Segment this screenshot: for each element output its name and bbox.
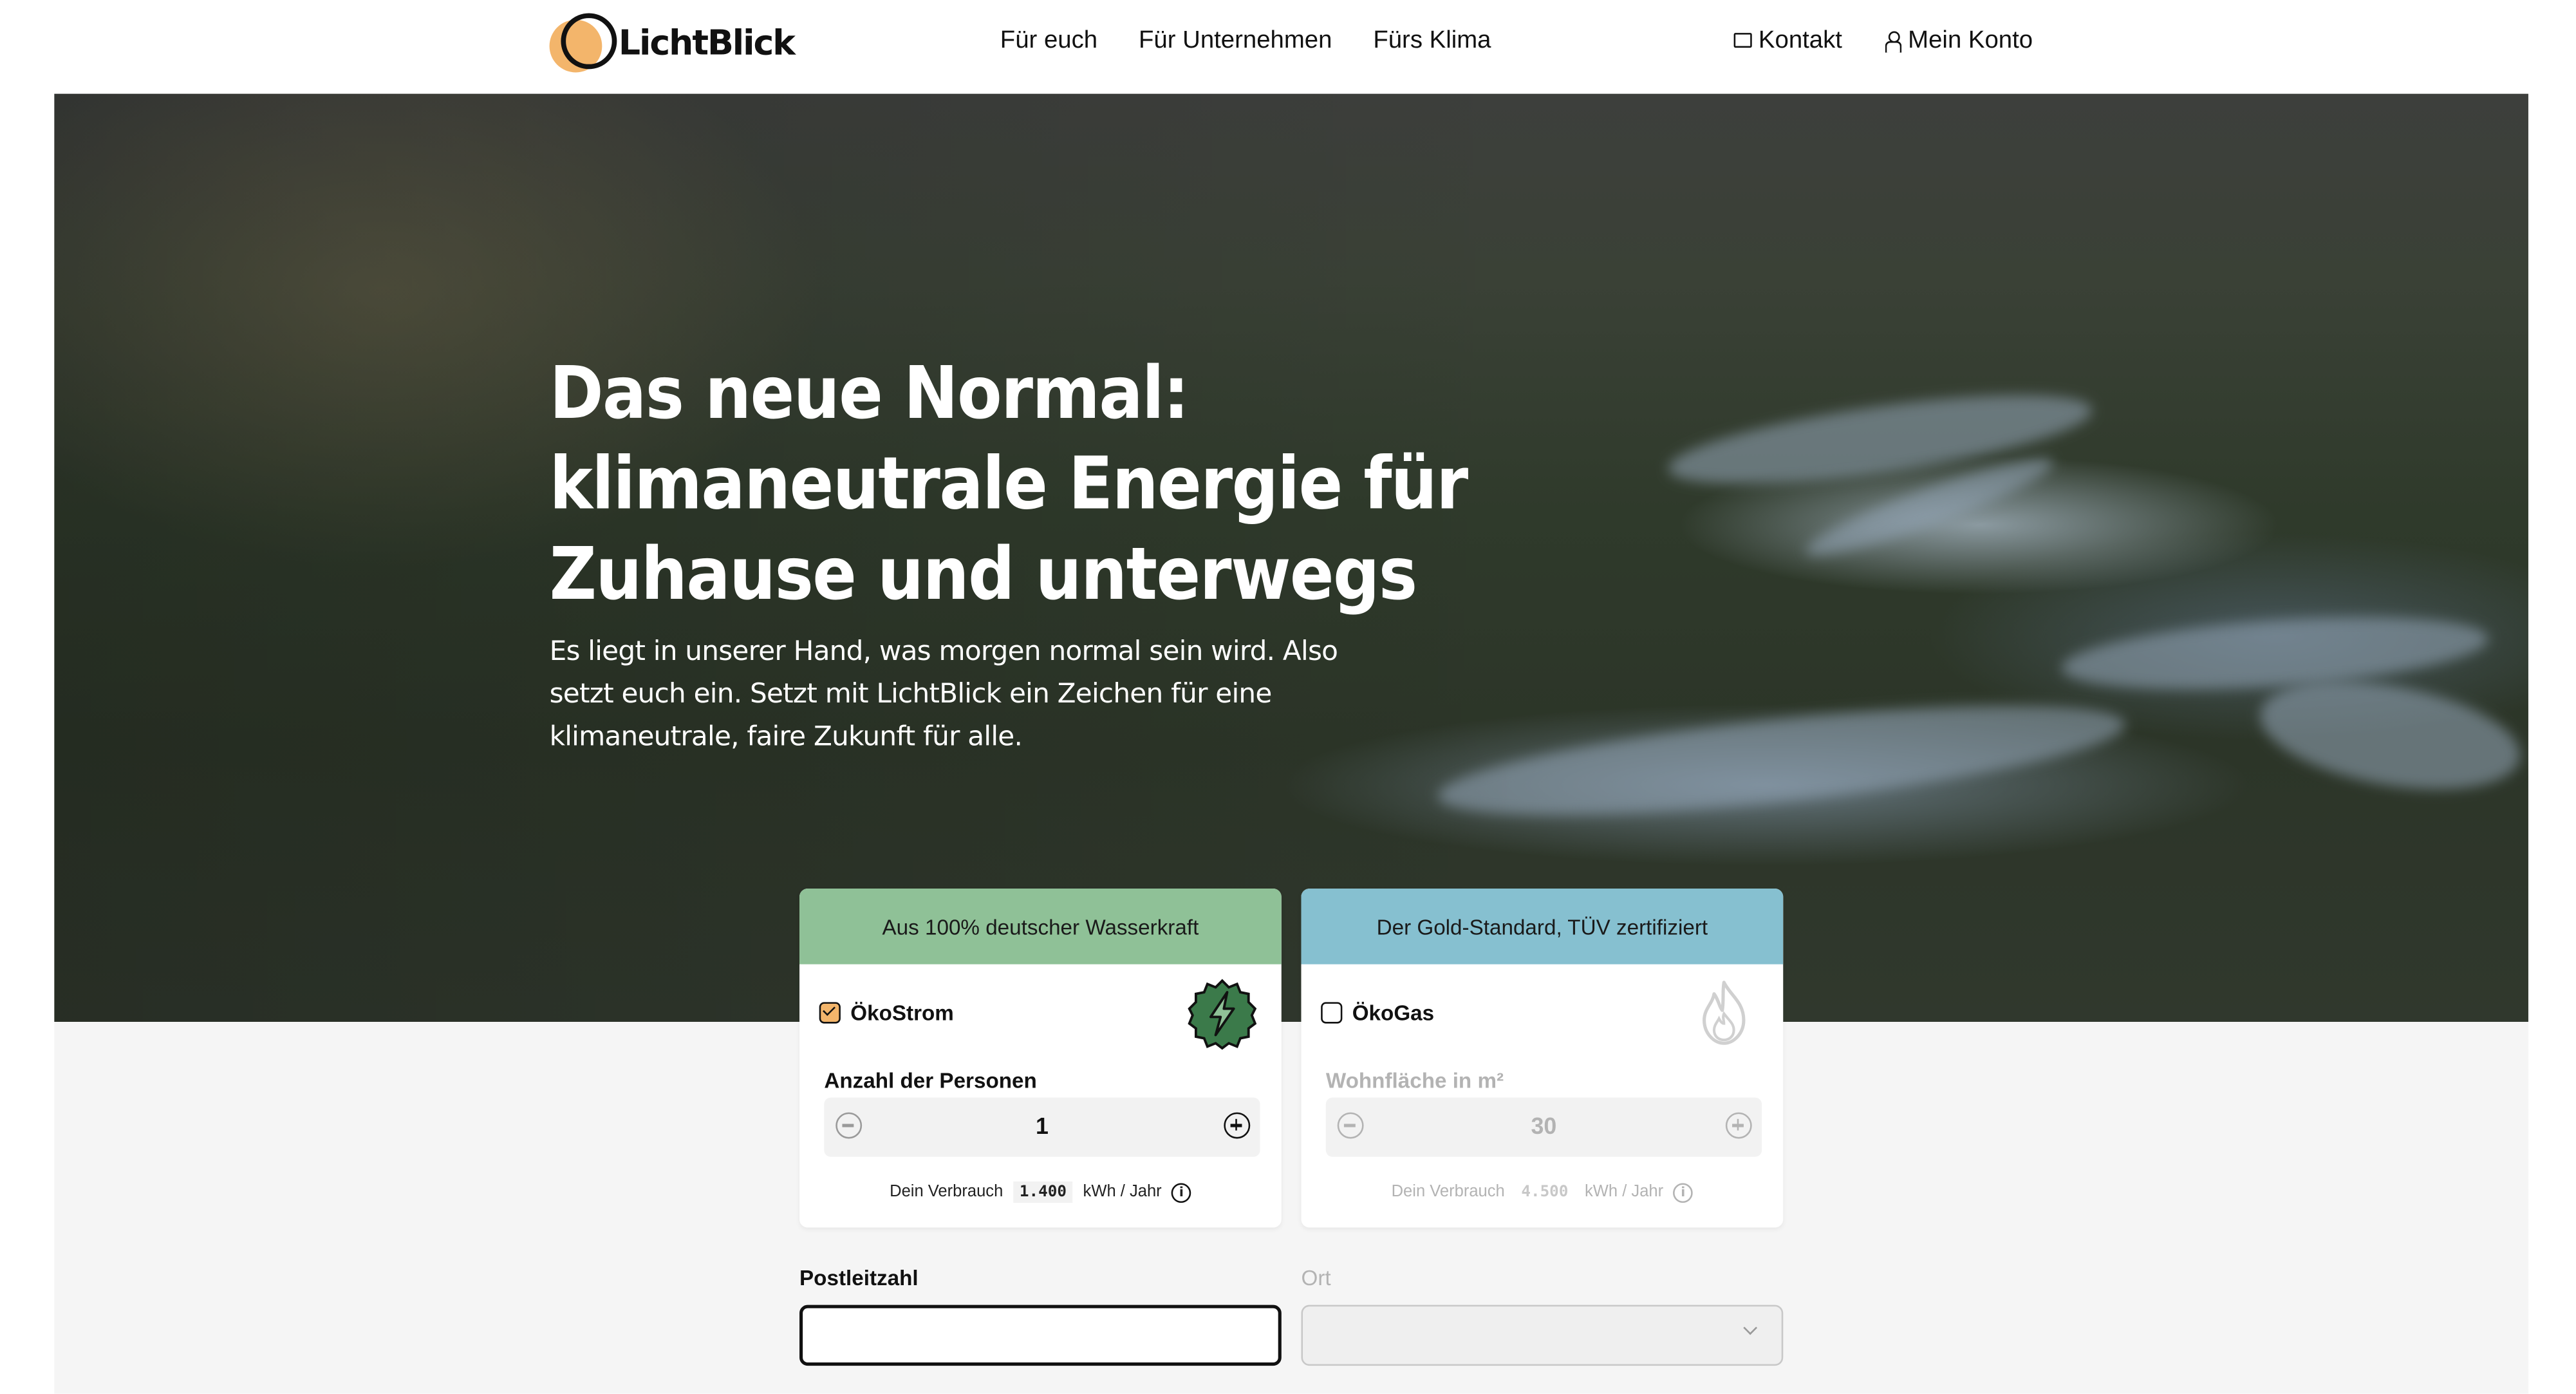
lightning-badge-icon — [1188, 979, 1257, 1050]
oekostrom-toggle[interactable]: ÖkoStrom — [819, 1001, 954, 1025]
logo-text: LichtBlick — [618, 23, 796, 63]
info-icon[interactable]: i — [1673, 1182, 1694, 1202]
oekostrom-label: ÖkoStrom — [850, 1000, 954, 1026]
oekogas-banner: Der Gold-Standard, TÜV zertifiziert — [1301, 889, 1784, 965]
page: LichtBlick Für euch Für Unternehmen Fürs… — [0, 0, 2576, 1394]
nav-item-fuer-euch[interactable]: Für euch — [1000, 26, 1097, 54]
oekogas-toggle[interactable]: ÖkoGas — [1321, 1001, 1434, 1025]
oekostrom-usage: Dein Verbrauch 1.400 kWh / Jahr i — [799, 1181, 1282, 1203]
usage-value[interactable]: 1.400 — [1013, 1181, 1074, 1203]
user-icon — [1885, 30, 1901, 52]
oekostrom-checkbox[interactable] — [819, 1002, 841, 1024]
chat-icon — [1733, 33, 1752, 48]
flame-icon — [1703, 981, 1746, 1045]
chevron-down-icon — [1743, 1321, 1758, 1335]
persons-value: 1 — [1035, 1112, 1049, 1139]
oekostrom-card[interactable]: Aus 100% deutscher Wasserkraft ÖkoStrom … — [799, 889, 1282, 1228]
usage-prefix: Dein Verbrauch — [1391, 1183, 1505, 1201]
usage-unit: kWh / Jahr — [1083, 1183, 1162, 1201]
info-icon[interactable]: i — [1171, 1182, 1191, 1202]
logo-icon — [549, 10, 617, 75]
logo[interactable]: LichtBlick — [549, 10, 796, 75]
account-link[interactable]: Mein Konto — [1885, 26, 2033, 54]
postcode-label: Postleitzahl — [799, 1265, 919, 1290]
postcode-input[interactable] — [799, 1305, 1282, 1366]
living-area-increment-button[interactable] — [1725, 1112, 1752, 1139]
oekogas-checkbox[interactable] — [1321, 1002, 1343, 1024]
living-area-label: Wohnfläche in m² — [1325, 1068, 1504, 1093]
city-select[interactable] — [1301, 1305, 1784, 1366]
city-label: Ort — [1301, 1265, 1331, 1290]
site-header: LichtBlick Für euch Für Unternehmen Fürs… — [0, 0, 2576, 94]
hero-subline: Es liegt in unserer Hand, was morgen nor… — [549, 635, 1338, 752]
oekostrom-banner: Aus 100% deutscher Wasserkraft — [799, 889, 1282, 965]
usage-unit: kWh / Jahr — [1585, 1183, 1664, 1201]
nav-item-fuers-klima[interactable]: Fürs Klima — [1373, 26, 1491, 54]
persons-stepper: 1 — [824, 1097, 1260, 1157]
living-area-value: 30 — [1531, 1112, 1557, 1139]
living-area-stepper: 30 — [1325, 1097, 1762, 1157]
persons-increment-button[interactable] — [1224, 1112, 1251, 1139]
usage-value[interactable]: 4.500 — [1515, 1182, 1575, 1203]
oekogas-usage: Dein Verbrauch 4.500 kWh / Jahr i — [1301, 1182, 1783, 1203]
hero-headline: Das neue Normal: klimaneutrale Energie f… — [549, 352, 1469, 617]
oekogas-card[interactable]: Der Gold-Standard, TÜV zertifiziert ÖkoG… — [1301, 889, 1784, 1228]
usage-prefix: Dein Verbrauch — [890, 1183, 1003, 1201]
contact-label: Kontakt — [1758, 26, 1842, 55]
calculator-section — [54, 1022, 2528, 1394]
contact-link[interactable]: Kontakt — [1733, 26, 1842, 55]
utility-nav: Kontakt Mein Konto — [1733, 26, 2033, 55]
account-label: Mein Konto — [1908, 26, 2033, 55]
main-nav: Für euch Für Unternehmen Fürs Klima — [1000, 26, 1491, 54]
persons-label: Anzahl der Personen — [824, 1068, 1037, 1093]
nav-item-fuer-unternehmen[interactable]: Für Unternehmen — [1139, 26, 1332, 54]
oekogas-label: ÖkoGas — [1352, 1000, 1435, 1026]
